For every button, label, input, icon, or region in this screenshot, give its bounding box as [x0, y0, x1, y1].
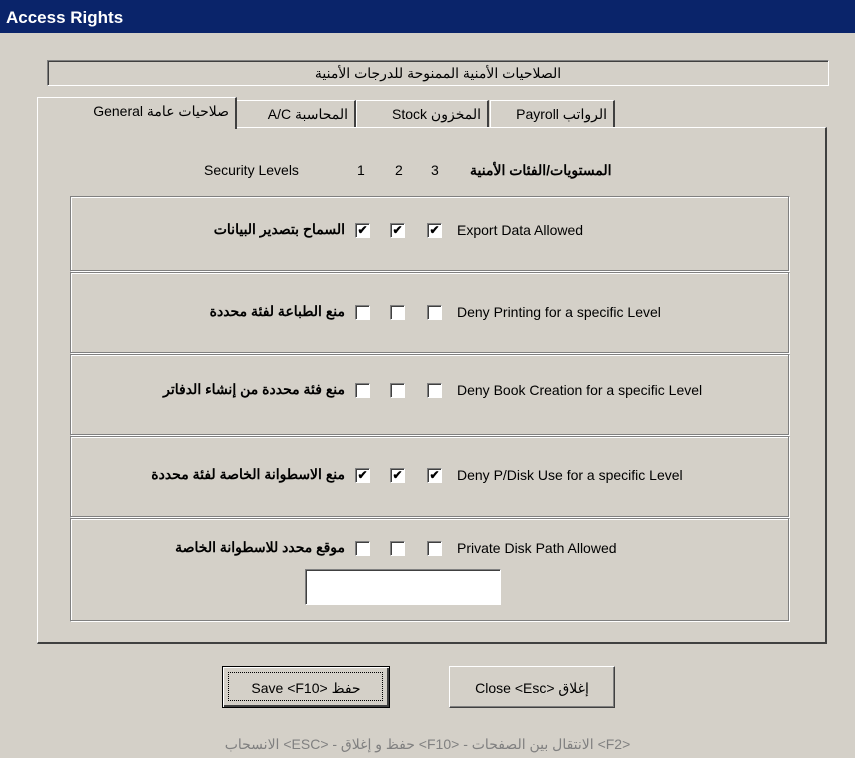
shortcut-hint: <F2> الانتقال بين الصفحات - <F10> حفظ و … — [224, 736, 631, 752]
checkbox-private-disk-level-2[interactable] — [390, 541, 405, 556]
checkbox-book-creation-level-1[interactable] — [355, 383, 370, 398]
permission-arabic-label: موقع محدد للاسطوانة الخاصة — [175, 539, 345, 555]
permission-english-label: Deny Printing for a specific Level — [457, 304, 661, 320]
checkbox-book-creation-level-2[interactable] — [390, 383, 405, 398]
tab-general[interactable]: صلاحيات عامة General — [37, 97, 237, 129]
checkbox-printing-level-3[interactable] — [427, 305, 442, 320]
tab-payroll[interactable]: الرواتب Payroll — [490, 100, 615, 127]
security-levels-header: Security Levels 1 2 3 المستويات/الفئات ا… — [0, 162, 855, 182]
permission-english-label: Private Disk Path Allowed — [457, 540, 617, 556]
permission-arabic-label: منع الاسطوانة الخاصة لفئة محددة — [151, 466, 345, 482]
permission-arabic-label: منع الطباعة لفئة محددة — [209, 303, 345, 319]
title-bar: Access Rights — [0, 0, 855, 33]
save-button[interactable]: Save <F10> حفظ — [222, 666, 390, 708]
checkbox-pdisk-level-2[interactable]: ✔ — [390, 468, 405, 483]
checkbox-private-disk-level-1[interactable] — [355, 541, 370, 556]
level-number-2: 2 — [395, 162, 403, 178]
checkbox-printing-level-2[interactable] — [390, 305, 405, 320]
level-number-1: 1 — [357, 162, 365, 178]
security-levels-arabic-label: المستويات/الفئات الأمنية — [470, 162, 612, 178]
checkbox-printing-level-1[interactable] — [355, 305, 370, 320]
permission-english-label: Deny P/Disk Use for a specific Level — [457, 467, 683, 483]
checkbox-book-creation-level-3[interactable] — [427, 383, 442, 398]
permission-english-label: Deny Book Creation for a specific Level — [457, 382, 703, 398]
private-disk-path-input[interactable] — [305, 569, 501, 605]
page-banner: الصلاحيات الأمنية الممنوحة للدرجات الأمن… — [47, 60, 829, 86]
level-number-3: 3 — [431, 162, 439, 178]
permission-arabic-label: منع فئة محددة من إنشاء الدفاتر — [163, 381, 345, 397]
checkbox-private-disk-level-3[interactable] — [427, 541, 442, 556]
close-button-label: Close <Esc> إغلاق — [475, 680, 589, 696]
focus-rect — [228, 672, 383, 701]
permission-english-label: Export Data Allowed — [457, 222, 584, 238]
checkbox-export-level-2[interactable]: ✔ — [390, 223, 405, 238]
security-levels-label: Security Levels — [204, 162, 299, 178]
tab-accounting[interactable]: المحاسبة A/C — [236, 100, 356, 127]
checkbox-pdisk-level-1[interactable]: ✔ — [355, 468, 370, 483]
permission-arabic-label: السماح بتصدير البيانات — [213, 221, 345, 237]
checkbox-export-level-1[interactable]: ✔ — [355, 223, 370, 238]
checkbox-export-level-3[interactable]: ✔ — [427, 223, 442, 238]
close-button[interactable]: Close <Esc> إغلاق — [449, 666, 615, 708]
tab-stock[interactable]: المخزون Stock — [356, 100, 489, 127]
window-title: Access Rights — [6, 8, 124, 27]
checkbox-pdisk-level-3[interactable]: ✔ — [427, 468, 442, 483]
